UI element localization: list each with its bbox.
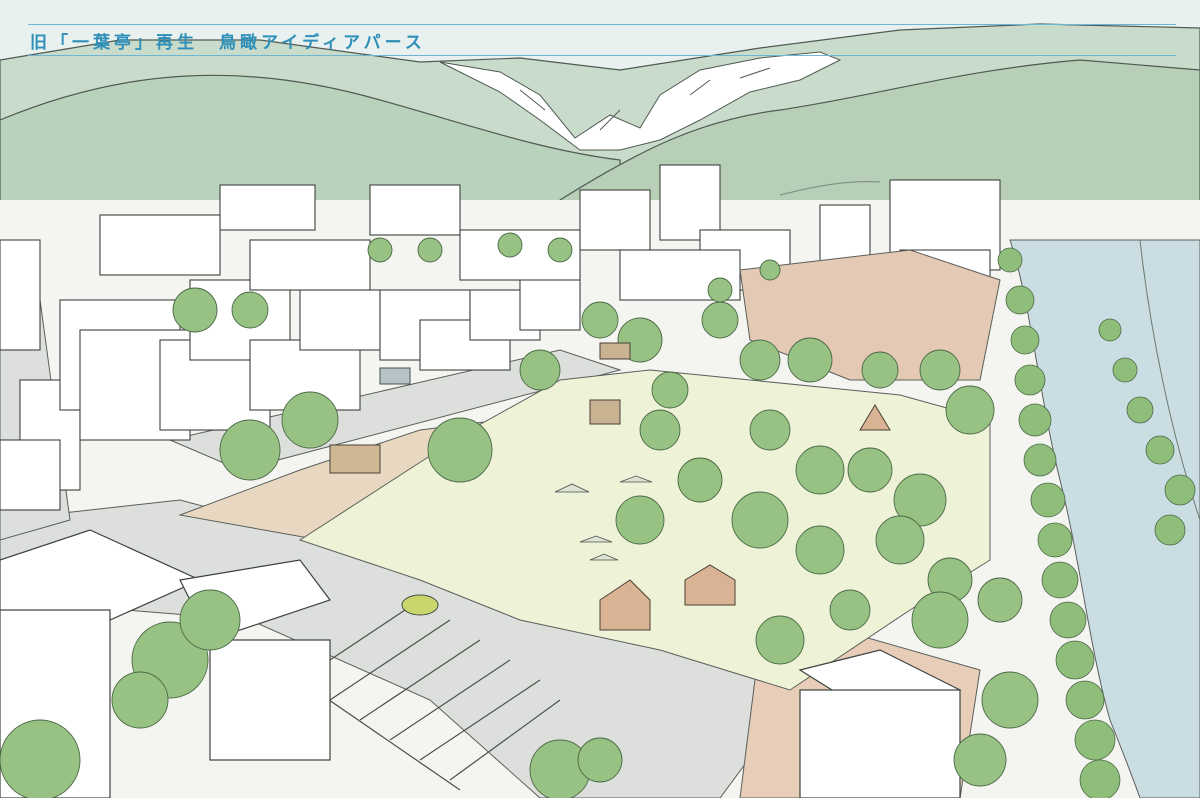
aerial-scene xyxy=(0,0,1200,798)
aerial-perspective-illustration: 旧「一葉亭」再生 鳥瞰アイディアパース xyxy=(0,0,1200,798)
